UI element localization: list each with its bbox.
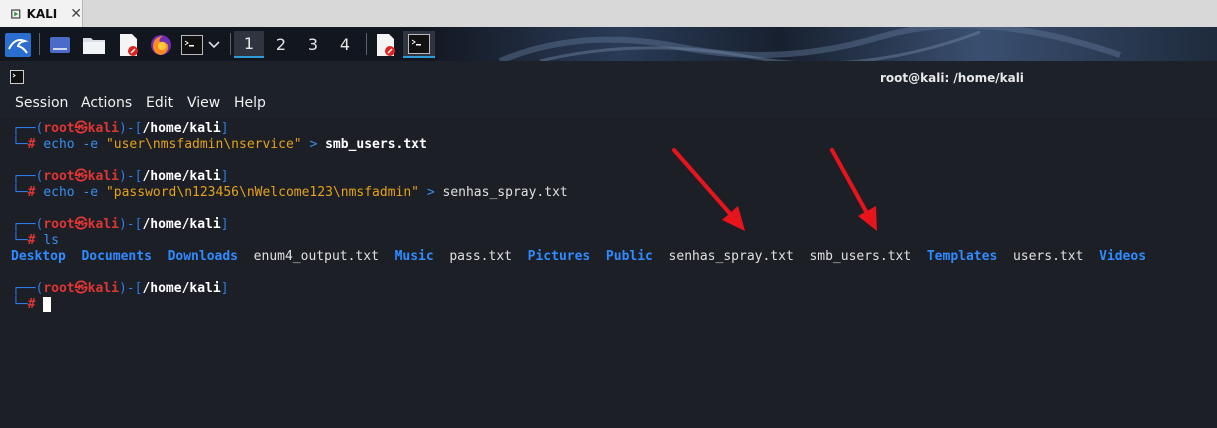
- kali-menu-icon[interactable]: [4, 31, 32, 58]
- taskbar-terminal-icon[interactable]: [403, 31, 435, 58]
- firefox-icon[interactable]: [148, 31, 174, 58]
- taskbar-text-editor-icon[interactable]: [372, 31, 398, 58]
- ls-item: Videos: [1099, 249, 1147, 264]
- menu-bar: Session Actions Edit View Help: [0, 91, 1217, 118]
- ls-item: Templates: [926, 249, 998, 264]
- panel-separator: [39, 33, 40, 55]
- workspace-1[interactable]: 1: [234, 31, 264, 58]
- ls-output: Desktop Documents Downloads enum4_output…: [11, 248, 1146, 265]
- menu-actions[interactable]: Actions: [81, 95, 132, 111]
- command-line: └─# ls: [12, 233, 59, 248]
- ls-item: Downloads: [167, 249, 239, 264]
- close-icon[interactable]: ✕: [70, 6, 82, 22]
- vm-tab-label: KALI: [26, 6, 58, 21]
- ls-item: senhas_spray.txt: [668, 249, 794, 264]
- workspace-2[interactable]: 2: [266, 31, 296, 58]
- vm-icon: [11, 8, 21, 19]
- menu-session[interactable]: Session: [15, 95, 68, 111]
- prompt-line: ┌──(root㉿kali)-[/home/kali]: [12, 121, 229, 136]
- menu-help[interactable]: Help: [234, 95, 266, 111]
- top-panel: 1 2 3 4: [0, 27, 1217, 61]
- text-cursor: [43, 297, 52, 312]
- command-line: └─# echo -e "password\n123456\nWelcome12…: [12, 185, 568, 200]
- ls-item: Music: [394, 249, 434, 264]
- show-desktop-icon[interactable]: [47, 31, 73, 58]
- terminal-output[interactable]: ┌──(root㉿kali)-[/home/kali] └─# echo -e …: [0, 118, 1217, 428]
- command-line: └─# echo -e "user\nmsfadmin\nservice" > …: [12, 137, 427, 152]
- window-title: root@kali: /home/kali: [880, 71, 1024, 85]
- window-titlebar: root@kali: /home/kali: [0, 61, 1217, 91]
- terminal-window-icon: [10, 70, 24, 84]
- ls-item: pass.txt: [449, 249, 512, 264]
- ls-item: users.txt: [1012, 249, 1084, 264]
- prompt-line: ┌──(root㉿kali)-[/home/kali]: [12, 217, 229, 232]
- ls-item: Pictures: [527, 249, 591, 264]
- command-line: └─#: [12, 296, 52, 313]
- ls-item: Documents: [81, 249, 152, 264]
- workspace-4[interactable]: 4: [330, 31, 360, 58]
- file-manager-icon[interactable]: [81, 31, 107, 58]
- workspace-3[interactable]: 3: [298, 31, 328, 58]
- panel-separator: [366, 33, 367, 55]
- panel-separator: [230, 33, 231, 55]
- ls-item: smb_users.txt: [809, 249, 912, 264]
- menu-edit[interactable]: Edit: [146, 95, 173, 111]
- chevron-down-icon[interactable]: [206, 31, 222, 58]
- vm-tab-kali[interactable]: KALI ✕: [0, 0, 83, 27]
- text-editor-icon[interactable]: [115, 31, 141, 58]
- ls-item: enum4_output.txt: [253, 249, 379, 264]
- ls-item: Public: [605, 249, 653, 264]
- vm-tab-strip: KALI ✕: [0, 0, 1217, 27]
- ls-item: Desktop: [11, 249, 66, 264]
- terminal-icon[interactable]: [180, 31, 204, 58]
- prompt-line: ┌──(root㉿kali)-[/home/kali]: [12, 169, 229, 184]
- wallpaper-strip: [420, 27, 1217, 61]
- menu-view[interactable]: View: [187, 95, 220, 111]
- prompt-line: ┌──(root㉿kali)-[/home/kali]: [12, 281, 229, 296]
